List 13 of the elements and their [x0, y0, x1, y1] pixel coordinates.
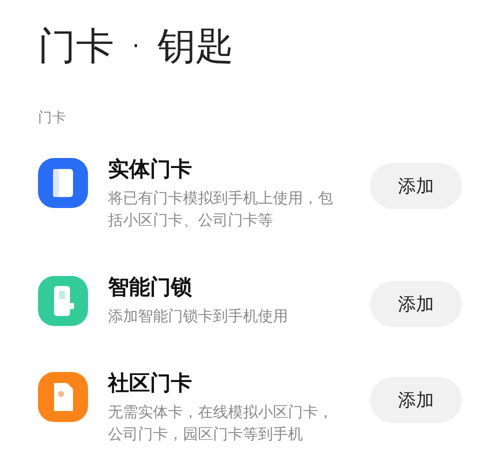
- section-label: 门卡: [38, 110, 66, 126]
- item-title: 实体门卡: [108, 156, 193, 183]
- page-title: 门卡: [38, 27, 114, 65]
- add-button[interactable]: 添加: [370, 281, 462, 327]
- item-title: 智能门锁: [108, 274, 193, 301]
- item-description: 无需实体卡，在线模拟小区门卡，公司门卡，园区门卡等到手机: [108, 402, 334, 445]
- item-description: 将已有门卡模拟到手机上使用，包括小区门卡、公司门卡等: [108, 188, 334, 231]
- page-title-tab[interactable]: 钥匙: [158, 27, 234, 65]
- add-button[interactable]: 添加: [370, 163, 462, 209]
- item-title: 社区门卡: [108, 370, 193, 397]
- title-separator: ·: [132, 34, 140, 58]
- add-button[interactable]: 添加: [370, 377, 462, 423]
- item-description: 添加智能门锁卡到手机使用: [108, 306, 289, 327]
